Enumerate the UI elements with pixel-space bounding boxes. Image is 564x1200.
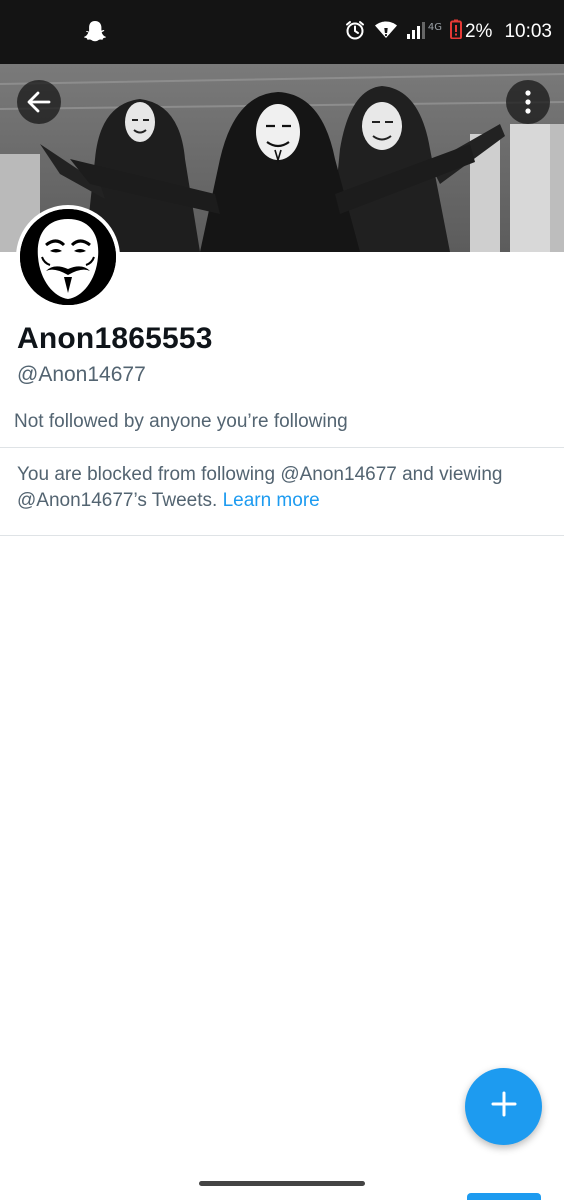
network-type-label: 4G xyxy=(427,21,442,33)
divider xyxy=(0,535,564,536)
more-vertical-icon xyxy=(524,89,532,115)
more-options-button[interactable] xyxy=(506,80,550,124)
learn-more-link[interactable]: Learn more xyxy=(223,490,320,511)
back-button[interactable] xyxy=(17,80,61,124)
plus-icon xyxy=(491,1091,517,1122)
followed-by-note: Not followed by anyone you’re following xyxy=(14,411,348,432)
avatar[interactable] xyxy=(16,205,120,309)
profile-handle: @Anon14677 xyxy=(17,363,146,386)
display-name: Anon1865553 xyxy=(17,322,213,355)
battery-low-icon xyxy=(449,19,462,45)
wifi-icon xyxy=(374,20,398,45)
alarm-icon xyxy=(344,19,366,46)
status-time: 10:03 xyxy=(504,21,552,42)
arrow-left-icon xyxy=(26,89,52,115)
bottom-sheet-peek xyxy=(467,1193,541,1200)
status-bar: 4G 2% 10:03 xyxy=(0,0,564,64)
compose-tweet-button[interactable] xyxy=(465,1068,542,1145)
status-indicators: 4G 2% 10:03 xyxy=(344,18,552,46)
divider xyxy=(0,447,564,448)
signal-icon xyxy=(406,20,426,45)
avatar-image xyxy=(20,209,116,305)
blocked-notice: You are blocked from following @Anon1467… xyxy=(17,462,547,514)
gesture-navigation-handle[interactable] xyxy=(199,1181,365,1186)
battery-indicator: 2% xyxy=(449,19,493,45)
battery-percent: 2% xyxy=(464,21,493,42)
snapchat-ghost-icon xyxy=(84,20,106,44)
